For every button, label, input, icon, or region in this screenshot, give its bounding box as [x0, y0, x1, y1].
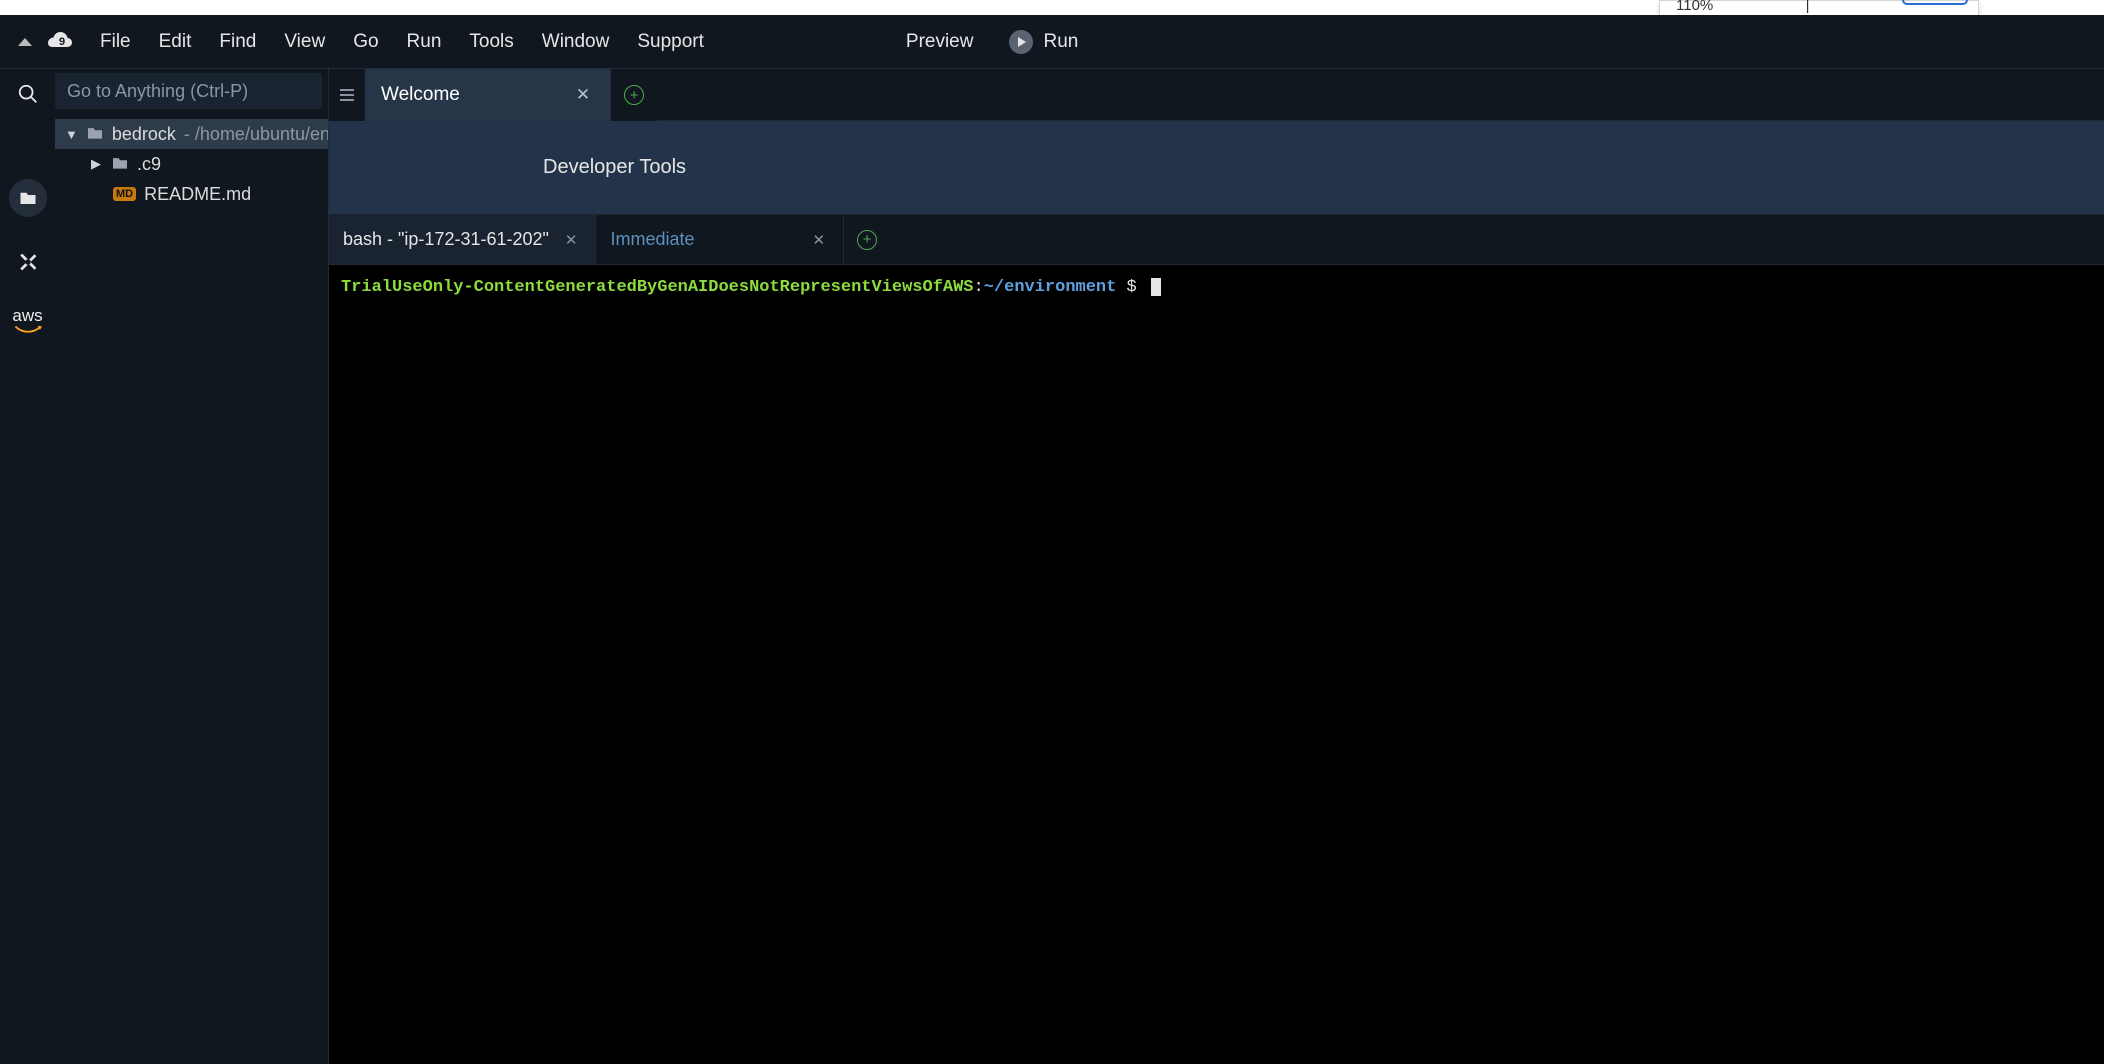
prompt-user: TrialUseOnly-ContentGeneratedByGenAIDoes… — [341, 278, 974, 297]
menu-run[interactable]: Run — [395, 25, 454, 59]
developer-tools-label: Developer Tools — [543, 156, 686, 179]
prompt-colon: : — [974, 278, 984, 297]
widget-outline-button[interactable] — [1902, 0, 1968, 5]
tree-item-folder[interactable]: ▶ .c9 — [55, 149, 328, 179]
new-tab-button[interactable]: + — [611, 69, 657, 121]
menu-support[interactable]: Support — [625, 25, 716, 59]
terminal-tab-bash[interactable]: bash - "ip-172-31-61-202" ✕ — [329, 215, 596, 264]
ide-body: aws Go to Anything (Ctrl-P) ▼ bedrock — [0, 69, 2104, 1064]
prompt-dollar: $ — [1116, 278, 1147, 297]
tree-item-file[interactable]: MD README.md — [55, 179, 328, 209]
editor-tab-bar: Welcome ✕ + — [329, 69, 2104, 121]
plus-icon: + — [624, 85, 644, 105]
tab-label: Welcome — [381, 84, 460, 106]
menu-file[interactable]: File — [88, 25, 143, 59]
menu-tools[interactable]: Tools — [457, 25, 525, 59]
new-terminal-tab-button[interactable]: + — [844, 215, 890, 264]
file-tree-toggle-icon[interactable] — [9, 179, 47, 217]
menu-window[interactable]: Window — [530, 25, 622, 59]
close-icon[interactable]: ✕ — [572, 83, 594, 107]
terminal-tab-label: Immediate — [610, 229, 694, 250]
tree-root-name: bedrock — [112, 124, 176, 145]
terminal-cursor — [1151, 278, 1161, 296]
file-tree-panel: Go to Anything (Ctrl-P) ▼ bedrock - /hom… — [55, 69, 328, 1064]
terminal-output[interactable]: TrialUseOnly-ContentGeneratedByGenAIDoes… — [329, 265, 2104, 1064]
aws-toolkit-icon[interactable]: aws — [9, 307, 47, 336]
goto-placeholder: Go to Anything (Ctrl-P) — [67, 81, 248, 102]
menubar: 9 File Edit Find View Go Run Tools Windo… — [0, 15, 2104, 69]
plus-icon: + — [857, 230, 877, 250]
ide-app: 9 File Edit Find View Go Run Tools Windo… — [0, 15, 2104, 1064]
main-column: Welcome ✕ + Developer Tools bash - "ip-1… — [328, 69, 2104, 1064]
search-icon[interactable] — [9, 75, 47, 113]
collapse-up-icon[interactable] — [18, 38, 32, 46]
goto-anything-input[interactable]: Go to Anything (Ctrl-P) — [55, 73, 322, 109]
folder-icon — [86, 124, 104, 145]
widget-left-text: 110% — [1676, 1, 1713, 11]
cloud9-logo-icon[interactable]: 9 — [46, 31, 74, 53]
developer-tools-banner: Developer Tools — [329, 121, 2104, 215]
tab-welcome[interactable]: Welcome ✕ — [365, 69, 611, 121]
terminal-tab-label: bash - "ip-172-31-61-202" — [343, 229, 549, 250]
caret-right-icon: ▶ — [89, 156, 103, 172]
aws-label: aws — [12, 307, 42, 324]
folder-icon — [111, 154, 129, 175]
terminal-tab-immediate[interactable]: Immediate ✕ — [596, 215, 844, 264]
terminal-tab-rest — [890, 215, 2104, 264]
menu-find[interactable]: Find — [207, 25, 268, 59]
close-icon[interactable]: ✕ — [561, 229, 582, 251]
tree-item-label: .c9 — [137, 154, 161, 175]
markdown-badge-icon: MD — [113, 187, 136, 201]
menu-view[interactable]: View — [272, 25, 337, 59]
source-control-icon[interactable] — [9, 243, 47, 281]
editor-tab-rest — [657, 69, 2104, 121]
terminal-tab-bar: bash - "ip-172-31-61-202" ✕ Immediate ✕ … — [329, 215, 2104, 265]
svg-text:9: 9 — [59, 36, 65, 48]
preview-run-group: Preview Run — [894, 25, 1090, 59]
close-icon[interactable]: ✕ — [809, 229, 830, 251]
tree-root[interactable]: ▼ bedrock - /home/ubuntu/environment — [55, 119, 328, 149]
caret-down-icon: ▼ — [65, 127, 78, 142]
menu-go[interactable]: Go — [341, 25, 390, 59]
run-button[interactable]: Run — [1043, 25, 1090, 59]
tree-item-label: README.md — [144, 184, 251, 205]
tab-list-menu-icon[interactable] — [329, 69, 365, 121]
widget-divider: | — [1806, 1, 1810, 11]
menu-edit[interactable]: Edit — [147, 25, 204, 59]
left-icon-rail: aws — [0, 69, 55, 1064]
preview-button[interactable]: Preview — [894, 25, 986, 59]
file-tree: ▼ bedrock - /home/ubuntu/environment ▶ .… — [55, 115, 328, 1064]
prompt-path: ~/environment — [984, 278, 1117, 297]
run-play-icon[interactable] — [1009, 30, 1033, 54]
